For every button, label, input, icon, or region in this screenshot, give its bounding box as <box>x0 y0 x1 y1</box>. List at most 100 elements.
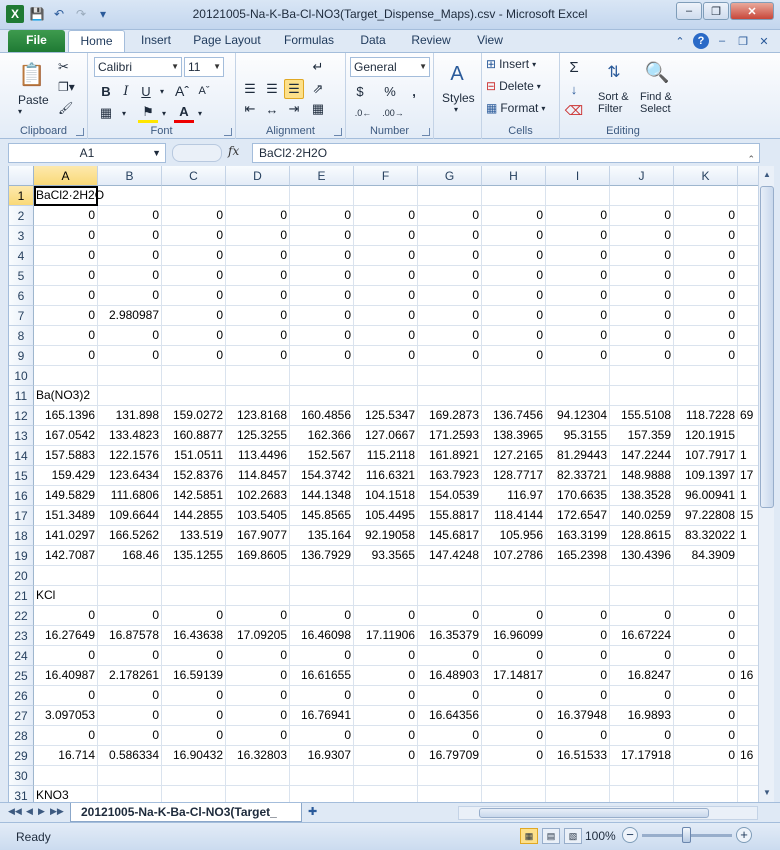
table-cell[interactable]: 0 <box>98 326 162 346</box>
table-cell[interactable]: 0 <box>610 646 674 666</box>
worksheet-grid[interactable]: ABCDEFGHIJK 1 BaCl2·2H2O 2 0 0 0 0 0 0 0 0 0 0 0 3 0 0 0 0… <box>8 166 758 802</box>
table-cell[interactable]: 69 <box>738 406 758 426</box>
table-cell[interactable] <box>738 646 758 666</box>
column-header-j[interactable]: J <box>610 166 674 186</box>
table-cell[interactable]: 0 <box>34 246 98 266</box>
table-cell[interactable] <box>482 786 546 802</box>
table-cell[interactable]: 145.6817 <box>418 526 482 546</box>
table-cell[interactable] <box>674 386 738 406</box>
table-cell[interactable]: 123.8168 <box>226 406 290 426</box>
table-cell[interactable]: 0.586334 <box>98 746 162 766</box>
table-cell[interactable]: 140.0259 <box>610 506 674 526</box>
table-cell[interactable]: 163.7923 <box>418 466 482 486</box>
table-cell[interactable]: 0 <box>610 686 674 706</box>
table-cell[interactable]: 0 <box>354 606 418 626</box>
table-cell[interactable] <box>738 286 758 306</box>
table-cell[interactable]: 16.48903 <box>418 666 482 686</box>
row-header[interactable]: 14 <box>9 446 34 466</box>
table-cell[interactable]: 0 <box>98 726 162 746</box>
table-cell[interactable]: 92.19058 <box>354 526 418 546</box>
row-header[interactable]: 13 <box>9 426 34 446</box>
increase-decimal-icon[interactable]: .0← <box>350 103 376 123</box>
table-cell[interactable]: 0 <box>482 206 546 226</box>
table-cell[interactable] <box>290 366 354 386</box>
font-launcher-icon[interactable] <box>224 128 232 136</box>
table-cell[interactable]: 169.2873 <box>418 406 482 426</box>
table-cell[interactable]: 0 <box>546 666 610 686</box>
table-cell[interactable]: 0 <box>226 306 290 326</box>
table-cell[interactable] <box>418 766 482 786</box>
table-cell[interactable]: 0 <box>162 726 226 746</box>
table-cell[interactable]: 16.87578 <box>98 626 162 646</box>
table-cell[interactable] <box>98 786 162 802</box>
insert-function-icon[interactable]: fx <box>228 144 239 158</box>
table-cell[interactable] <box>738 766 758 786</box>
row-header[interactable]: 21 <box>9 586 34 606</box>
zoom-in-icon[interactable]: + <box>736 827 752 843</box>
alignment-launcher-icon[interactable] <box>334 128 342 136</box>
table-cell[interactable]: 0 <box>226 246 290 266</box>
shrink-font-icon[interactable]: Aˇ <box>194 81 214 101</box>
table-cell[interactable]: 16.714 <box>34 746 98 766</box>
row-header[interactable]: 24 <box>9 646 34 666</box>
table-cell[interactable]: 93.3565 <box>354 546 418 566</box>
table-cell[interactable] <box>354 586 418 606</box>
table-cell[interactable]: 128.8615 <box>610 526 674 546</box>
borders-dropdown-icon[interactable]: ▾ <box>114 103 134 123</box>
table-cell[interactable]: 105.956 <box>482 526 546 546</box>
table-cell[interactable]: 125.5347 <box>354 406 418 426</box>
table-cell[interactable]: 0 <box>226 726 290 746</box>
table-cell[interactable]: 16.8247 <box>610 666 674 686</box>
table-cell[interactable] <box>34 566 98 586</box>
table-cell[interactable]: 0 <box>34 326 98 346</box>
table-cell[interactable]: 136.7929 <box>290 546 354 566</box>
table-cell[interactable] <box>226 566 290 586</box>
table-cell[interactable]: 16.76941 <box>290 706 354 726</box>
table-cell[interactable]: 0 <box>546 246 610 266</box>
table-cell[interactable] <box>546 786 610 802</box>
table-cell[interactable] <box>738 306 758 326</box>
table-cell[interactable]: 0 <box>482 266 546 286</box>
table-cell[interactable] <box>738 226 758 246</box>
table-cell[interactable] <box>738 246 758 266</box>
table-cell[interactable]: 84.3909 <box>674 546 738 566</box>
first-sheet-icon[interactable]: ◀◀ <box>8 806 22 817</box>
table-cell[interactable]: 15 <box>738 506 758 526</box>
row-header[interactable]: 25 <box>9 666 34 686</box>
table-cell[interactable]: 0 <box>482 286 546 306</box>
table-cell[interactable]: 0 <box>162 646 226 666</box>
table-cell[interactable]: 1 <box>738 486 758 506</box>
column-header-h[interactable]: H <box>482 166 546 186</box>
page-layout-view-icon[interactable]: ▤ <box>542 828 560 844</box>
table-cell[interactable] <box>418 586 482 606</box>
zoom-level[interactable]: 100% <box>585 829 616 843</box>
table-cell[interactable]: 113.4496 <box>226 446 290 466</box>
table-cell[interactable]: 145.8565 <box>290 506 354 526</box>
table-cell[interactable]: 0 <box>354 666 418 686</box>
table-cell[interactable]: 161.8921 <box>418 446 482 466</box>
table-cell[interactable]: 0 <box>674 666 738 686</box>
table-cell[interactable]: 0 <box>162 686 226 706</box>
table-cell[interactable]: 147.2244 <box>610 446 674 466</box>
table-cell[interactable]: 0 <box>674 626 738 646</box>
table-cell[interactable]: 115.2118 <box>354 446 418 466</box>
table-cell[interactable]: 0 <box>290 646 354 666</box>
autosum-icon[interactable]: Σ <box>564 57 584 77</box>
table-cell[interactable]: 0 <box>290 286 354 306</box>
help-icon[interactable]: ? <box>693 33 709 49</box>
table-cell[interactable]: 0 <box>226 226 290 246</box>
table-cell[interactable]: 0 <box>418 206 482 226</box>
sheet-tab-active[interactable]: 20121005-Na-K-Ba-Cl-NO3(Target_ <box>70 803 302 822</box>
table-cell[interactable]: 0 <box>162 286 226 306</box>
table-cell[interactable]: 169.8605 <box>226 546 290 566</box>
insert-sheet-icon[interactable]: ✚ <box>308 805 328 820</box>
table-cell[interactable]: 0 <box>610 726 674 746</box>
table-cell[interactable] <box>610 766 674 786</box>
align-bottom-icon[interactable]: ☰ <box>284 79 304 99</box>
table-cell[interactable]: 0 <box>34 346 98 366</box>
table-cell[interactable]: 0 <box>482 306 546 326</box>
sort-filter-icon[interactable]: ⇅ <box>598 55 630 89</box>
table-cell[interactable]: 0 <box>226 686 290 706</box>
table-cell[interactable]: 0 <box>610 246 674 266</box>
table-cell[interactable]: 154.3742 <box>290 466 354 486</box>
